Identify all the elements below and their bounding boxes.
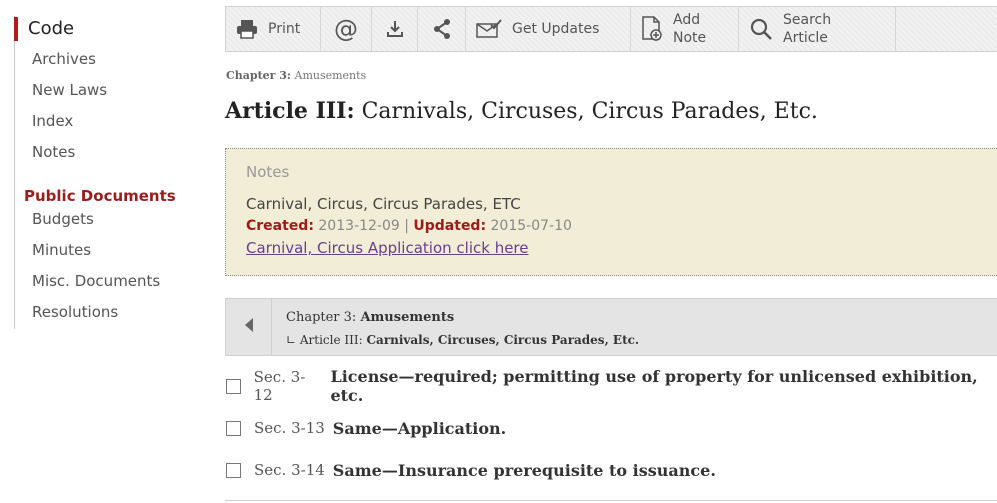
notes-dates: Created: 2013-12-09 | Updated: 2015-07-1… <box>246 218 572 234</box>
section-checkbox[interactable] <box>226 420 241 436</box>
section-row: Sec. 3-14 Same—Insurance prerequisite to… <box>226 458 716 482</box>
back-button[interactable] <box>226 299 272 355</box>
add-note-icon <box>641 16 663 42</box>
notes-panel: Notes Carnival, Circus, Circus Parades, … <box>225 148 997 276</box>
article-label: Article III: <box>225 98 355 124</box>
section-number: Sec. 3-13 <box>254 419 325 437</box>
created-label: Created: <box>246 218 314 234</box>
get-updates-button[interactable]: Get Updates <box>466 7 631 51</box>
date-separator: | <box>404 218 409 234</box>
search-icon <box>749 17 773 41</box>
section-title[interactable]: Same—Insurance prerequisite to issuance. <box>333 461 716 480</box>
sidebar-item-code[interactable]: Code <box>14 17 74 41</box>
notes-heading: Notes <box>246 163 290 181</box>
nav-chapter[interactable]: Chapter 3: Amusements <box>286 310 454 325</box>
search-label-2: Article <box>783 30 828 46</box>
chevron-left-icon <box>244 317 254 337</box>
sidebar-section-public-documents[interactable]: Public Documents <box>24 187 176 205</box>
sidebar-item-budgets[interactable]: Budgets <box>32 210 94 228</box>
section-number: Sec. 3-12 <box>253 368 306 404</box>
section-row: Sec. 3-12 License—required; permitting u… <box>226 367 997 405</box>
article-title-text: Carnivals, Circuses, Circus Parades, Etc… <box>361 99 818 124</box>
sidebar-item-resolutions[interactable]: Resolutions <box>32 303 118 321</box>
sidebar-item-misc-documents[interactable]: Misc. Documents <box>32 272 160 290</box>
sidebar-item-minutes[interactable]: Minutes <box>32 241 91 259</box>
print-button[interactable]: Print <box>226 7 321 51</box>
sidebar-item-notes[interactable]: Notes <box>32 143 75 161</box>
notes-text: Carnival, Circus, Circus Parades, ETC <box>246 195 521 213</box>
section-row: Sec. 3-13 Same—Application. <box>226 416 506 440</box>
section-title[interactable]: Same—Application. <box>333 419 506 438</box>
add-note-button[interactable]: Add Note <box>631 7 739 51</box>
get-updates-label: Get Updates <box>512 21 600 37</box>
download-icon <box>385 19 405 39</box>
breadcrumb-chapter-name[interactable]: Amusements <box>295 69 367 82</box>
nav-article-prefix: ∟ Article III: <box>286 333 363 347</box>
breadcrumb[interactable]: Chapter 3: Amusements <box>226 69 366 82</box>
nav-chapter-label: Chapter 3: <box>286 310 357 325</box>
add-note-label-1: Add <box>673 12 701 28</box>
share-button[interactable] <box>418 7 466 51</box>
sidebar-item-new-laws[interactable]: New Laws <box>32 81 107 99</box>
application-link[interactable]: Carnival, Circus Application click here <box>246 239 529 257</box>
toolbar: Print @ Get Updates Add Note Search Arti… <box>225 6 997 52</box>
share-icon <box>432 18 452 40</box>
add-note-label-2: Note <box>673 30 707 46</box>
section-checkbox[interactable] <box>226 378 241 394</box>
nav-article[interactable]: ∟ Article III: Carnivals, Circuses, Circ… <box>286 333 639 347</box>
email-button[interactable]: @ <box>321 7 372 51</box>
search-article-button[interactable]: Search Article <box>739 7 896 51</box>
updated-label: Updated: <box>413 218 487 234</box>
article-navigation: Chapter 3: Amusements ∟ Article III: Car… <box>225 298 997 356</box>
sidebar-item-archives[interactable]: Archives <box>32 50 96 68</box>
section-checkbox[interactable] <box>226 462 241 478</box>
created-date: 2013-12-09 <box>318 218 400 234</box>
search-label-1: Search <box>783 12 832 28</box>
updated-date: 2015-07-10 <box>490 218 572 234</box>
download-button[interactable] <box>372 7 418 51</box>
envelope-check-icon <box>476 19 502 39</box>
page-title: Article III: Carnivals, Circuses, Circus… <box>225 98 818 124</box>
printer-icon <box>236 19 258 39</box>
print-label: Print <box>268 21 301 37</box>
section-number: Sec. 3-14 <box>254 461 325 479</box>
section-title[interactable]: License—required; permitting use of prop… <box>330 367 997 405</box>
nav-chapter-name: Amusements <box>360 310 455 325</box>
sidebar-item-index[interactable]: Index <box>32 112 73 130</box>
sidebar: Code Archives New Laws Index Notes Publi… <box>0 0 200 503</box>
at-sign-icon: @ <box>334 15 358 43</box>
divider <box>225 500 997 501</box>
nav-article-name: Carnivals, Circuses, Circus Parades, Etc… <box>366 333 640 347</box>
breadcrumb-chapter-label: Chapter 3: <box>226 69 291 82</box>
